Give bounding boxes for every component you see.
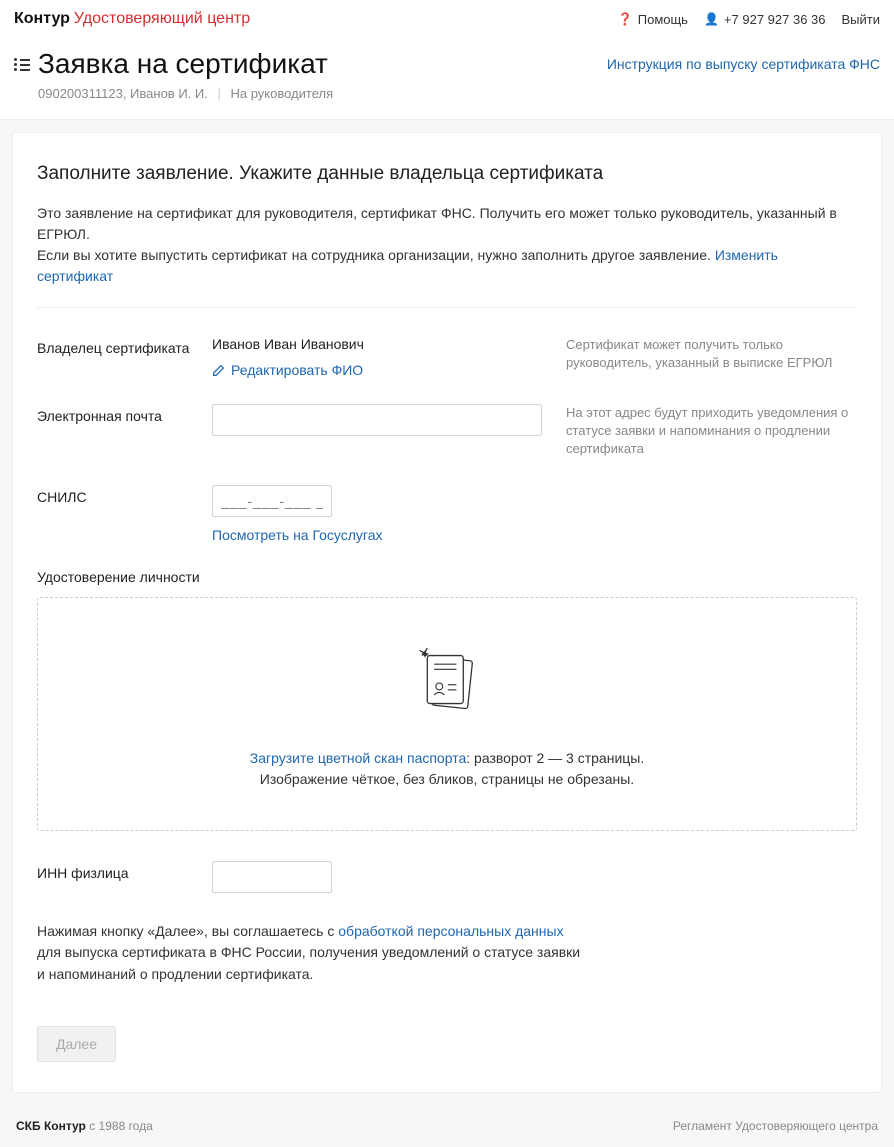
snils-input[interactable] <box>212 485 332 517</box>
footer-since: с 1988 года <box>86 1119 153 1133</box>
upload-text: Загрузите цветной скан паспорта: разворо… <box>58 748 836 790</box>
consent-text: Нажимая кнопку «Далее», вы соглашаетесь … <box>37 921 587 986</box>
topbar: Контур Удостоверяющий центр ❓ Помощь 👤 +… <box>0 0 894 38</box>
help-link[interactable]: ❓ Помощь <box>618 12 688 27</box>
phone-label: +7 927 927 36 36 <box>724 12 826 27</box>
inn-row: ИНН физлица <box>37 861 857 893</box>
upload-link[interactable]: Загрузите цветной скан паспорта <box>250 750 467 766</box>
next-button[interactable]: Далее <box>37 1026 116 1062</box>
passport-icon <box>417 648 477 718</box>
list-icon[interactable] <box>14 56 30 72</box>
page-header: Заявка на сертификат Инструкция по выпус… <box>0 38 894 120</box>
logout-label: Выйти <box>842 12 881 27</box>
gosuslugi-link[interactable]: Посмотреть на Госуслугах <box>212 527 383 543</box>
email-label: Электронная почта <box>37 404 212 424</box>
owner-label: Владелец сертификата <box>37 336 212 356</box>
form-panel: Заполните заявление. Укажите данные влад… <box>12 132 882 1093</box>
crumb-role: На руководителя <box>230 86 333 101</box>
page-title: Заявка на сертификат <box>38 48 328 80</box>
email-hint: На этот адрес будут приходить уведомлени… <box>542 404 857 459</box>
pencil-icon <box>212 364 225 377</box>
help-icon: ❓ <box>618 12 633 26</box>
footer-reglament-link[interactable]: Регламент Удостоверяющего центра <box>673 1119 878 1133</box>
divider <box>37 307 857 308</box>
owner-name: Иванов Иван Иванович <box>212 336 542 352</box>
identity-label: Удостоверение личности <box>37 569 857 585</box>
logo-brand: Контур <box>14 10 70 28</box>
phone-link[interactable]: 👤 +7 927 927 36 36 <box>704 12 826 27</box>
form-title: Заполните заявление. Укажите данные влад… <box>37 163 857 185</box>
owner-row: Владелец сертификата Иванов Иван Иванови… <box>37 336 857 378</box>
snils-row: СНИЛС Посмотреть на Госуслугах <box>37 485 857 543</box>
upload-area[interactable]: Загрузите цветной скан паспорта: разворо… <box>37 597 857 831</box>
consent-link[interactable]: обработкой персональных данных <box>338 923 563 939</box>
user-icon: 👤 <box>704 12 719 26</box>
footer: СКБ Контур с 1988 года Регламент Удостов… <box>0 1105 894 1147</box>
email-row: Электронная почта На этот адрес будут пр… <box>37 404 857 459</box>
owner-hint: Сертификат может получить только руковод… <box>542 336 857 372</box>
logo[interactable]: Контур Удостоверяющий центр <box>14 10 250 28</box>
crumb-id: 090200311123, Иванов И. И. <box>38 86 208 101</box>
logo-product: Удостоверяющий центр <box>74 10 250 28</box>
snils-label: СНИЛС <box>37 485 212 505</box>
email-input[interactable] <box>212 404 542 436</box>
edit-fio-link[interactable]: Редактировать ФИО <box>212 362 542 378</box>
logout-link[interactable]: Выйти <box>842 12 881 27</box>
topbar-right: ❓ Помощь 👤 +7 927 927 36 36 Выйти <box>618 12 880 27</box>
footer-brand: СКБ Контур <box>16 1119 86 1133</box>
help-label: Помощь <box>638 12 688 27</box>
breadcrumb: 090200311123, Иванов И. И. | На руководи… <box>38 86 880 101</box>
form-intro: Это заявление на сертификат для руководи… <box>37 203 857 287</box>
inn-label: ИНН физлица <box>37 861 212 881</box>
inn-input[interactable] <box>212 861 332 893</box>
instruction-link[interactable]: Инструкция по выпуску сертификата ФНС <box>607 56 880 72</box>
